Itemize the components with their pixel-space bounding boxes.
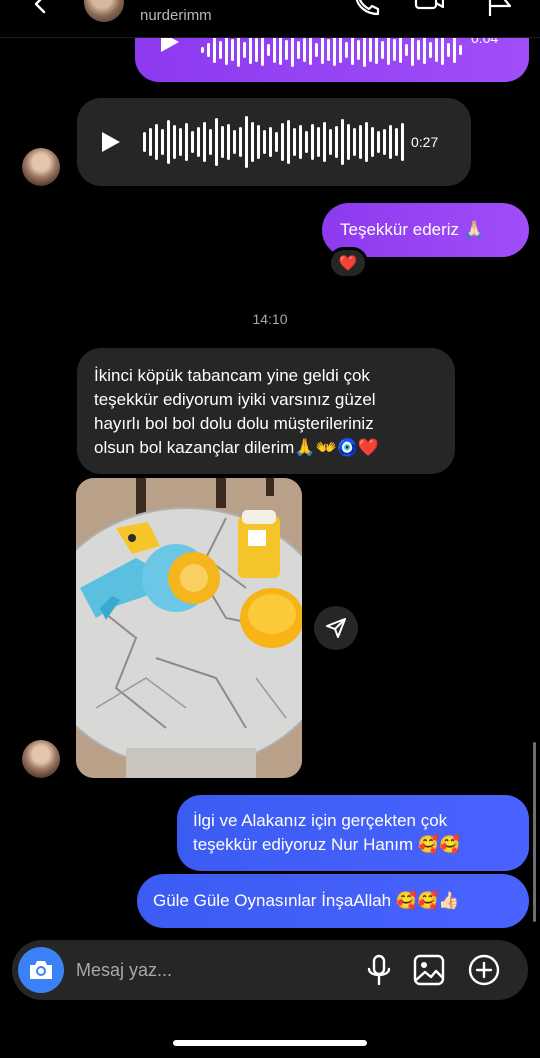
message-timestamp: 14:10 — [252, 311, 288, 327]
message-text-line: İlgi ve Alakanız için gerçekten çok — [193, 811, 448, 830]
phone-icon[interactable] — [352, 0, 382, 18]
message-composer — [12, 940, 528, 1000]
header-avatar[interactable] — [84, 0, 124, 22]
voice-duration: 0:27 — [411, 134, 439, 150]
heart-reaction[interactable]: ❤️ — [328, 247, 368, 279]
plus-icon[interactable] — [467, 953, 501, 987]
flag-icon[interactable] — [486, 0, 516, 18]
voice-waveform — [143, 114, 404, 170]
camera-icon — [30, 961, 52, 979]
photo-image — [76, 478, 302, 778]
chat-header: nurderimm — [0, 0, 540, 38]
message-text-line: hayırlı bol bol dolu dolu müşterileriniz — [94, 414, 374, 433]
message-text-line: teşekkür ediyoruz Nur Hanım 🥰🥰 — [193, 835, 461, 854]
message-bubble-incoming[interactable]: İkinci köpük tabancam yine geldi çok teş… — [77, 348, 455, 474]
voice-message-incoming[interactable]: 0:27 — [77, 98, 471, 186]
message-text-line: İkinci köpük tabancam yine geldi çok — [94, 366, 370, 385]
message-input[interactable] — [76, 958, 336, 982]
share-button[interactable] — [314, 606, 358, 650]
microphone-icon[interactable] — [362, 953, 396, 987]
message-bubble-outgoing[interactable]: İlgi ve Alakanız için gerçekten çok teşe… — [177, 795, 529, 871]
send-icon — [326, 618, 346, 638]
sender-avatar[interactable] — [22, 148, 60, 186]
camera-button[interactable] — [18, 947, 64, 993]
message-text-line: teşekkür ediyorum iyiki varsınız güzel — [94, 390, 376, 409]
message-bubble-outgoing[interactable]: Güle Güle Oynasınlar İnşaAllah 🥰🥰👍🏻 — [137, 874, 529, 928]
back-icon[interactable] — [28, 0, 52, 18]
home-indicator[interactable] — [173, 1040, 367, 1046]
message-text: Teşekkür ederiz 🙏🏻 — [340, 220, 485, 239]
gallery-icon[interactable] — [412, 953, 446, 987]
scrollbar[interactable] — [533, 742, 536, 922]
play-icon[interactable] — [101, 132, 121, 152]
video-icon[interactable] — [414, 0, 444, 18]
message-text: Güle Güle Oynasınlar İnşaAllah 🥰🥰👍🏻 — [153, 891, 460, 910]
message-text-line: olsun bol kazançlar dilerim🙏👐🧿❤️ — [94, 438, 379, 457]
photo-message[interactable] — [76, 478, 302, 778]
header-username[interactable]: nurderimm — [140, 7, 212, 24]
sender-avatar[interactable] — [22, 740, 60, 778]
